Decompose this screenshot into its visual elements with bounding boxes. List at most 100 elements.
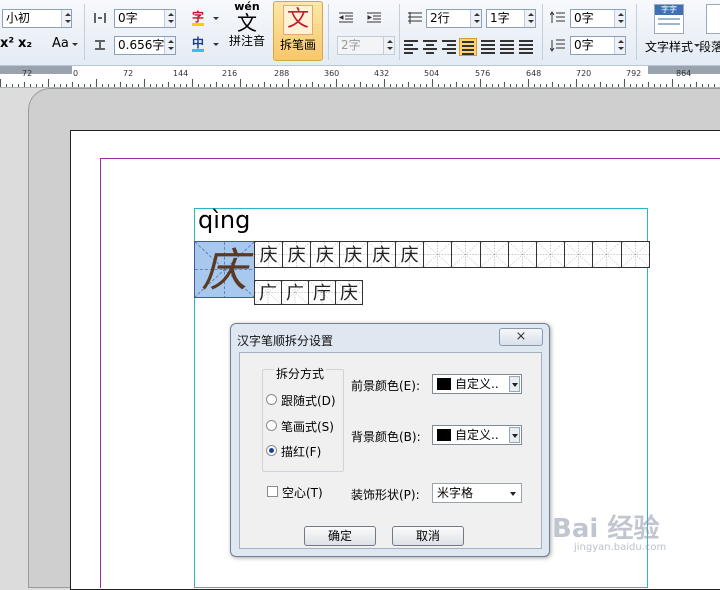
ruler-tick xyxy=(222,84,223,87)
ruler-tick xyxy=(372,84,373,87)
ruler-tick xyxy=(660,84,661,87)
stroke-cell[interactable]: 庆 xyxy=(310,241,340,268)
ruler-tick xyxy=(264,82,265,87)
superscript-button[interactable]: x² xyxy=(0,36,14,51)
char-spacing-arrows[interactable] xyxy=(164,10,175,27)
radio-follow[interactable] xyxy=(266,394,277,405)
text-style-gallery-icon[interactable]: 字字 xyxy=(654,4,684,34)
ruler-tick xyxy=(408,82,409,87)
ruler-tick xyxy=(48,79,49,87)
align-justify-icon[interactable] xyxy=(459,38,477,56)
text-color-button[interactable]: 字 xyxy=(192,11,205,26)
cancel-button[interactable]: 取消 xyxy=(392,526,464,546)
ruler-tick xyxy=(444,84,445,87)
stroke-cell[interactable]: 广 xyxy=(281,280,309,305)
chevron-down-icon[interactable] xyxy=(510,492,516,496)
radio-trace[interactable] xyxy=(266,445,277,456)
fg-color-select[interactable]: 自定义.. xyxy=(432,374,522,394)
main-character-cell[interactable]: 庆 xyxy=(194,241,255,298)
align-right-icon[interactable] xyxy=(442,40,456,54)
stroke-cell[interactable] xyxy=(451,241,481,268)
decrease-indent-icon[interactable] xyxy=(338,11,353,25)
ruler-tick xyxy=(492,84,493,87)
chevron-down-icon[interactable] xyxy=(509,427,520,443)
ok-button[interactable]: 确定 xyxy=(304,526,376,546)
ruler-tick xyxy=(180,84,181,87)
ruler-tick xyxy=(276,84,277,87)
decor-shape-select[interactable]: 米字格 xyxy=(432,483,522,503)
horizontal-ruler[interactable]: 72 0 72 144 216 288 360 432 504 576 648 … xyxy=(0,66,720,88)
stroke-cell[interactable]: 庆 xyxy=(282,241,312,268)
ruler-tick xyxy=(570,84,571,87)
chars-arrows[interactable] xyxy=(524,10,535,27)
change-case-dropdown-icon[interactable] xyxy=(72,43,78,46)
radio-follow-label[interactable]: 跟随式(D) xyxy=(281,392,336,409)
line-spacing-arrows[interactable] xyxy=(164,37,175,54)
stroke-cell[interactable] xyxy=(620,241,650,268)
radio-stroke-label[interactable]: 笔画式(S) xyxy=(281,418,334,435)
stroke-cell[interactable] xyxy=(592,241,622,268)
space-before-arrows[interactable] xyxy=(614,10,625,27)
decor-shape-label: 装饰形状(P): xyxy=(351,488,420,502)
ruler-tick xyxy=(324,84,325,87)
stroke-cell[interactable]: 庆 xyxy=(366,241,396,268)
chevron-down-icon[interactable] xyxy=(509,376,520,392)
bg-color-select[interactable]: 自定义.. xyxy=(432,425,522,445)
stroke-cell[interactable]: 庆 xyxy=(338,241,368,268)
radio-trace-label[interactable]: 描红(F) xyxy=(281,443,321,460)
ruler-label: 72 xyxy=(123,69,134,78)
text-style-label[interactable]: 文字样式 xyxy=(645,38,693,55)
stroke-cell[interactable] xyxy=(507,241,537,268)
stroke-cell[interactable] xyxy=(564,241,594,268)
align-left-icon[interactable] xyxy=(404,40,418,54)
stroke-cell[interactable]: 庆 xyxy=(395,241,425,268)
paragraph-label[interactable]: 段落 xyxy=(699,38,720,55)
ruler-tick xyxy=(636,84,637,87)
ruler-tick xyxy=(618,84,619,87)
strokes-button[interactable]: 文 拆笔画 xyxy=(273,1,323,61)
stroke-cell[interactable]: 广 xyxy=(254,280,282,305)
ruler-label: 432 xyxy=(374,69,390,78)
space-after-arrows[interactable] xyxy=(614,37,625,54)
stroke-cell[interactable]: 庁 xyxy=(308,280,336,305)
shading-dropdown-icon[interactable] xyxy=(213,43,219,46)
close-icon[interactable]: ⨯ xyxy=(499,328,543,346)
ruler-tick xyxy=(354,84,355,87)
line-spacing-spinner[interactable]: 0.656字 xyxy=(114,36,176,55)
chars-spinner[interactable]: 1字 xyxy=(486,9,536,28)
align-center-icon[interactable] xyxy=(423,40,437,54)
stroke-cell[interactable] xyxy=(536,241,566,268)
rows-arrows[interactable] xyxy=(470,10,481,27)
align-spread-icon[interactable] xyxy=(500,40,514,54)
text-color-dropdown-icon[interactable] xyxy=(213,17,219,20)
align-distributed-icon[interactable] xyxy=(481,40,495,54)
split-mode-label: 拆分方式 xyxy=(274,365,327,382)
align-full-icon[interactable] xyxy=(519,40,533,54)
hollow-label[interactable]: 空心(T) xyxy=(282,484,323,501)
ruler-label: 576 xyxy=(475,69,491,78)
char-spacing-spinner[interactable]: 0字 xyxy=(114,9,176,28)
hollow-checkbox[interactable] xyxy=(267,486,278,497)
space-after-spinner[interactable]: 0字 xyxy=(570,36,626,55)
ruler-tick xyxy=(234,84,235,87)
stroke-cell[interactable] xyxy=(423,241,453,268)
radio-stroke[interactable] xyxy=(266,420,277,431)
main-character: 庆 xyxy=(201,243,248,297)
font-size-dropdown-icon[interactable] xyxy=(61,10,71,27)
stroke-cell[interactable] xyxy=(479,241,509,268)
pinyin-button[interactable]: wén 文 拼注音 xyxy=(226,1,268,60)
change-case-button[interactable]: Aa xyxy=(52,36,69,51)
line-spacing-value: 0.656字 xyxy=(118,38,165,52)
rows-spinner[interactable]: 2行 xyxy=(426,9,482,28)
mizi-grid-icon xyxy=(537,242,565,267)
font-size-combo[interactable]: 小初 xyxy=(2,9,72,28)
ruler-tick xyxy=(108,84,109,87)
paragraph-gallery-icon[interactable] xyxy=(706,4,720,34)
stroke-cell[interactable]: 庆 xyxy=(254,241,284,268)
ruler-label: 72 xyxy=(22,69,33,78)
stroke-cell[interactable]: 庆 xyxy=(335,280,363,305)
shading-button[interactable]: 中 xyxy=(192,37,205,52)
subscript-button[interactable]: x₂ xyxy=(18,36,32,51)
increase-indent-icon[interactable] xyxy=(366,11,381,25)
space-before-spinner[interactable]: 0字 xyxy=(570,9,626,28)
